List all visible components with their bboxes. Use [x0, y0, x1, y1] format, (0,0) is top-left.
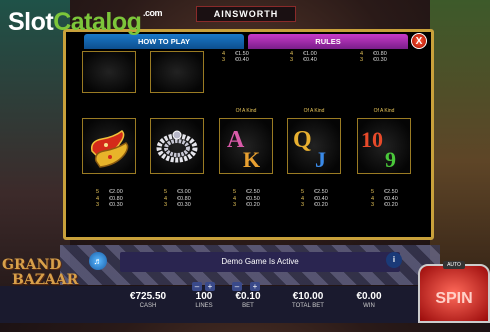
lines-display: 100 LINES	[195, 291, 213, 309]
total-bet-display: €10.00 TOTAL BET	[292, 291, 324, 309]
svg-text:J: J	[315, 147, 326, 171]
symbol-ten-nine: 10 9	[357, 118, 411, 174]
top-row-col-3: 4 €1.50 3 €0.40	[222, 51, 249, 63]
ten-nine-icon: 10 9	[361, 127, 396, 171]
svg-text:Q: Q	[293, 127, 312, 153]
svg-text:K: K	[243, 147, 260, 171]
paytable-panel: HOW TO PLAY RULES X 4 €1.50 3 €0.40 4 €1.00…	[63, 29, 434, 240]
queen-jack-icon: Q J	[293, 127, 326, 171]
pearls-icon	[156, 130, 198, 163]
watermark-catalog: Catalog	[53, 8, 142, 36]
symbol-slippers	[82, 118, 136, 174]
tab-rules[interactable]: RULES	[248, 34, 408, 49]
slippers-icon	[90, 130, 129, 168]
of-a-kind-label: Of A Kind	[373, 108, 395, 114]
of-a-kind-label: Of A Kind	[235, 108, 257, 114]
top-symbol-box-2	[150, 51, 204, 93]
win-display: €0.00 WIN	[356, 291, 382, 309]
svg-text:9: 9	[385, 147, 396, 171]
top-row-col-4: 4 €1.00 3 €0.40	[290, 51, 317, 63]
close-button[interactable]: X	[411, 33, 427, 49]
top-row-col-5: 4 €0.80 3 €0.30	[360, 51, 387, 63]
watermark-com: .com	[143, 8, 163, 18]
symbol-ace-king: A K	[219, 118, 273, 174]
paytable-ace-king: 5 €2.50 4 €0.50 3 €0.20	[233, 189, 260, 208]
watermark: SlotCatalog .com	[8, 8, 163, 37]
demo-status-bar: Demo Game Is Active	[120, 252, 400, 272]
symbol-queen-jack: Q J	[287, 118, 341, 174]
grand-bazaar-logo: GRAND BAZAAR	[2, 257, 79, 288]
watermark-slot: Slot	[8, 8, 54, 36]
paytable-queen-jack: 5 €2.50 4 €0.40 3 €0.20	[301, 189, 328, 208]
lines-plus-button[interactable]: +	[205, 282, 215, 291]
symbol-pearls	[150, 118, 204, 174]
lines-minus-button[interactable]: –	[192, 282, 202, 291]
of-a-kind-label: Of A Kind	[303, 108, 325, 114]
bet-plus-button[interactable]: +	[250, 282, 260, 291]
bet-display: €0.10 BET	[235, 291, 261, 309]
info-button[interactable]: i	[386, 252, 402, 268]
spin-button[interactable]: SPIN	[418, 264, 490, 323]
bet-minus-button[interactable]: –	[232, 282, 242, 291]
paytable-slippers: 5 €2.00 4 €0.80 3 €0.30	[96, 189, 123, 208]
ainsworth-logo: AINSWORTH	[196, 6, 296, 22]
speaker-icon: ♬	[93, 256, 103, 266]
cash-display: €725.50 CASH	[129, 291, 167, 309]
autoplay-button[interactable]: AUTO	[443, 261, 465, 269]
sound-toggle-button[interactable]: ♬	[89, 252, 107, 270]
svg-text:10: 10	[361, 127, 383, 152]
top-symbol-box-1	[82, 51, 136, 93]
ace-king-icon: A K	[227, 127, 260, 171]
paytable-ten-nine: 5 €2.50 4 €0.40 3 €0.20	[371, 189, 398, 208]
paytable-pearls: 5 €3.00 4 €0.80 3 €0.30	[164, 189, 191, 208]
